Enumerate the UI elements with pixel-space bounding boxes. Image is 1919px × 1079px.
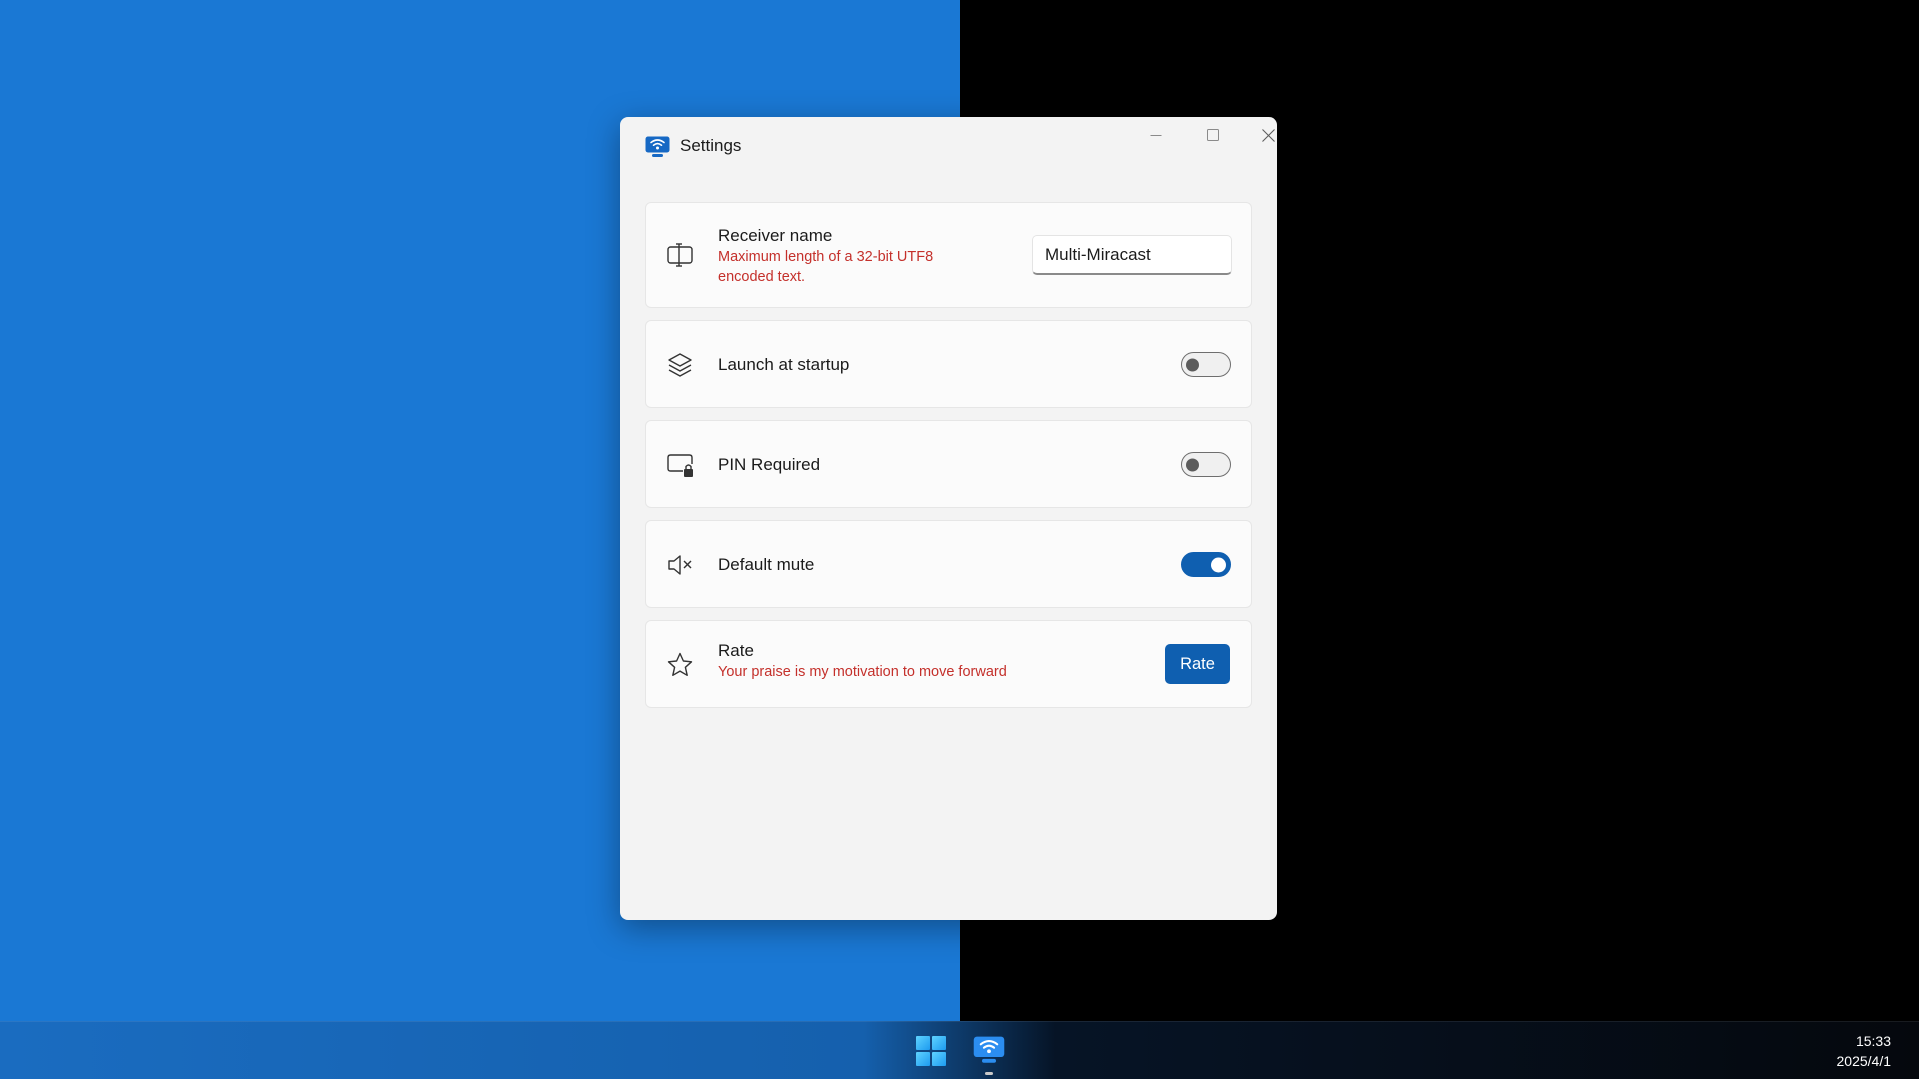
pin-required-card: PIN Required bbox=[645, 420, 1252, 508]
launch-at-startup-toggle[interactable] bbox=[1181, 352, 1231, 377]
minimize-button[interactable] bbox=[1128, 117, 1184, 153]
rate-description: Your praise is my motivation to move for… bbox=[718, 664, 1007, 680]
taskbar-clock[interactable]: 15:33 2025/4/1 bbox=[1837, 1031, 1892, 1071]
receiver-name-card: Receiver name Maximum length of a 32-bit… bbox=[645, 202, 1252, 308]
windows-logo-icon bbox=[916, 1036, 946, 1066]
maximize-button[interactable] bbox=[1185, 117, 1241, 153]
clock-date: 2025/4/1 bbox=[1836, 1053, 1892, 1069]
toggle-knob bbox=[1186, 458, 1199, 471]
toggle-knob bbox=[1211, 557, 1226, 572]
cast-display-icon bbox=[645, 136, 670, 157]
default-mute-title: Default mute bbox=[718, 555, 815, 574]
rename-icon bbox=[666, 241, 694, 269]
rate-title: Rate bbox=[718, 641, 754, 660]
star-icon bbox=[666, 651, 694, 679]
cast-display-icon bbox=[973, 1036, 1005, 1063]
launch-at-startup-card: Launch at startup bbox=[645, 320, 1252, 408]
pin-required-toggle[interactable] bbox=[1181, 452, 1231, 477]
toggle-knob bbox=[1186, 358, 1199, 371]
receiver-name-input[interactable] bbox=[1032, 235, 1232, 275]
default-mute-card: Default mute bbox=[645, 520, 1252, 608]
window-title: Settings bbox=[680, 136, 742, 155]
close-icon bbox=[1261, 128, 1275, 142]
rate-button[interactable]: Rate bbox=[1165, 644, 1230, 684]
layers-icon bbox=[666, 351, 694, 379]
receiver-name-title: Receiver name bbox=[718, 226, 833, 245]
close-button[interactable] bbox=[1240, 117, 1277, 153]
mute-icon bbox=[666, 551, 694, 579]
clock-time: 15:33 bbox=[1855, 1033, 1891, 1049]
start-button[interactable] bbox=[916, 1036, 946, 1066]
maximize-icon bbox=[1207, 129, 1219, 141]
pin-required-title: PIN Required bbox=[718, 455, 821, 474]
taskbar-app-button[interactable] bbox=[972, 1033, 1006, 1067]
receiver-name-description: Maximum length of a 32-bit UTF8 encoded … bbox=[718, 249, 934, 285]
launch-at-startup-title: Launch at startup bbox=[718, 355, 850, 374]
title-bar[interactable]: Settings bbox=[620, 117, 1277, 177]
minimize-icon bbox=[1150, 135, 1162, 136]
default-mute-toggle[interactable] bbox=[1181, 552, 1231, 577]
taskbar: 15:33 2025/4/1 bbox=[0, 1021, 1919, 1079]
rate-card: Rate Your praise is my motivation to mov… bbox=[645, 620, 1252, 708]
screen-lock-icon bbox=[666, 451, 694, 479]
running-indicator bbox=[985, 1072, 993, 1075]
settings-window: Settings Receiver name Maximum length of… bbox=[620, 117, 1277, 920]
